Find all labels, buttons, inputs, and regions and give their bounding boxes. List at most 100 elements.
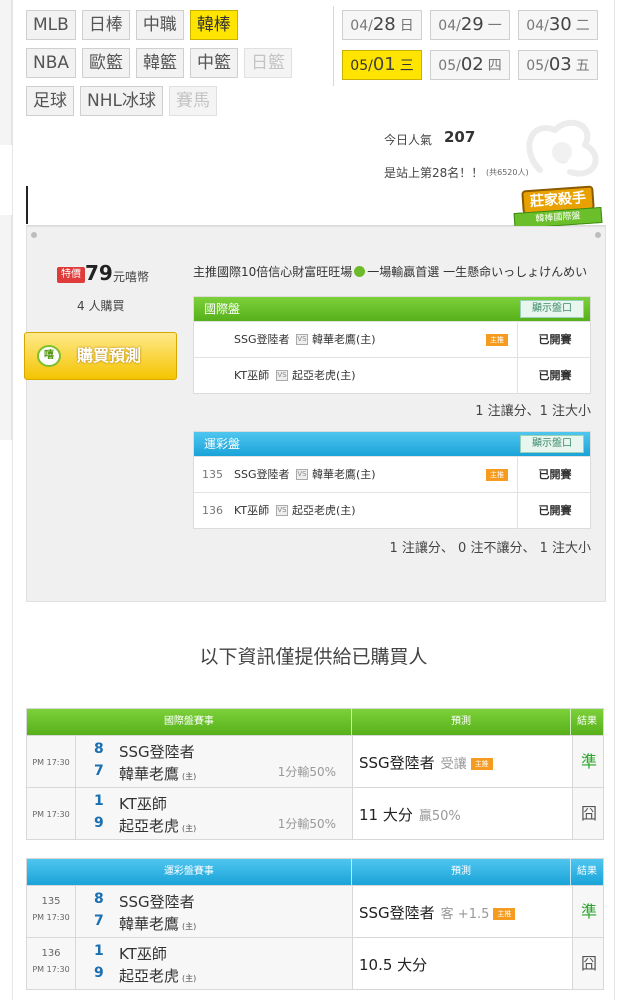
date-row: 05/01 三 05/02 四 05/03 五: [342, 50, 598, 80]
popularity-value: 207: [444, 128, 476, 146]
result-row: PM 17:30 8 SSG登陸者 7 韓華老鷹 (主) 1分輸50% SSG登陸者 受讓 主推 準: [27, 735, 603, 787]
show-odds-button[interactable]: 顯示盤口: [520, 435, 584, 453]
team-name: KT巫師: [119, 945, 167, 963]
prediction-panel: 特價 79 元嘻幣 4 人購買 嘻 購買預測 主推國際10倍信心財富旺旺場 一場輸…: [24, 226, 606, 602]
result-row: 136 PM 17:30 1 KT巫師 9 起亞老虎 (主) 10.5 大分 囧: [27, 937, 603, 989]
selector-divider: [333, 6, 334, 86]
team-name-text: 起亞老虎: [119, 967, 180, 985]
odds-result: 1分輸50%: [277, 765, 336, 779]
vs-icon: VS: [296, 469, 308, 480]
header-match: 運彩盤賽事: [27, 859, 352, 885]
team-name: 韓華老鷹 (主): [119, 763, 196, 784]
intl-results-header: 國際盤賽事 預測 結果: [27, 709, 603, 735]
date-button[interactable]: 05/03 五: [518, 50, 598, 80]
buyer-only-notice: 以下資訊僅提供給已購買人: [199, 646, 428, 668]
home-team: 起亞老虎(主): [292, 369, 356, 382]
lottery-summary: 1 注讓分、 0 注不讓分、 1 注大小: [389, 541, 591, 556]
game-time: PM 17:30: [32, 810, 70, 819]
league-button[interactable]: 日棒: [81, 10, 130, 40]
game-status: 已開賽: [517, 358, 592, 394]
date-button[interactable]: 04/29 一: [430, 10, 510, 40]
lottery-results-rows: 135 PM 17:30 8 SSG登陸者 7 韓華老鷹 (主) SSG登陸者客 +1.5 主推…: [27, 885, 603, 989]
featured-tag: 主推: [493, 908, 516, 920]
league-button: 日籃: [244, 48, 293, 78]
headline-text: 一場輸贏首選 一生懸命いっしょけんめい: [367, 265, 588, 279]
score: 9: [94, 815, 104, 831]
league-button[interactable]: MLB: [26, 10, 76, 40]
prediction-pick: 10.5 大分: [359, 956, 428, 974]
date-weekday: 三: [399, 58, 414, 74]
prediction-detail: 客 +1.5: [440, 907, 490, 922]
league-button[interactable]: 韓籃: [136, 48, 185, 78]
left-edge-strip: [0, 0, 12, 145]
prediction-detail: 贏50%: [418, 809, 461, 824]
show-odds-button[interactable]: 顯示盤口: [520, 300, 584, 318]
game-number: 135: [41, 896, 61, 907]
intl-games-rows: SSG登陸者 VS 韓華老鷹(主) 主推 已開賽 KT巫師 VS 起亞老虎(主) 已開賽: [194, 321, 592, 394]
price-unit: 元嘻幣: [113, 270, 150, 284]
league-row: MLB 日棒 中職 韓棒: [26, 10, 326, 40]
team-name: SSG登陸者: [119, 743, 195, 761]
odds-result: 1分輸50%: [277, 817, 336, 831]
league-row: 足球 NHL冰球 賽馬: [26, 86, 326, 116]
date-month: 04/: [526, 18, 549, 34]
popularity-label: 今日人氣: [384, 133, 433, 147]
result-row: PM 17:30 1 KT巫師 9 起亞老虎 (主) 1分輸50% 11 大分 贏50% 囧: [27, 787, 603, 839]
date-selector: 04/28 日 04/29 一 04/30 二 05/01 三 05/02 四 05/03 五: [342, 10, 598, 90]
time-cell: 135 PM 17:30: [27, 886, 76, 937]
game-status: 已開賽: [517, 457, 592, 493]
date-button[interactable]: 05/01 三: [342, 50, 422, 80]
date-day: 30: [548, 14, 572, 35]
prediction-cell: SSG登陸者客 +1.5 主推: [353, 886, 573, 937]
pin-icon: [31, 232, 37, 238]
game-number: 136: [41, 948, 61, 959]
team-name-text: 韓華老鷹: [119, 915, 180, 933]
featured-tag: 主推: [486, 334, 508, 346]
result-cell: 準: [580, 752, 597, 771]
date-weekday: 四: [487, 58, 502, 74]
league-button[interactable]: 韓棒: [189, 10, 238, 40]
prediction: 11 大分 贏50%: [359, 804, 461, 825]
date-button[interactable]: 04/30 二: [518, 10, 598, 40]
date-month: 05/: [438, 58, 461, 74]
league-button[interactable]: 足球: [26, 86, 74, 116]
team-name: 起亞老虎 (主): [119, 815, 196, 836]
league-button[interactable]: NBA: [26, 48, 77, 78]
content-border-left: [12, 0, 13, 1000]
date-month: 04/: [438, 18, 461, 34]
lottery-results-header: 運彩盤賽事 預測 結果: [27, 859, 603, 885]
buy-prediction-button[interactable]: 嘻 購買預測: [24, 332, 177, 380]
lottery-games-header: 運彩盤 顯示盤口: [194, 432, 590, 456]
rank-total: (共6520人): [486, 168, 529, 177]
sale-tag: 特價: [57, 267, 85, 283]
score: 1: [94, 793, 104, 809]
league-button[interactable]: 中職: [135, 10, 184, 40]
league-button[interactable]: NHL冰球: [80, 86, 163, 116]
buyer-count: 4 人購買: [77, 299, 125, 313]
date-button[interactable]: 04/28 日: [342, 10, 422, 40]
date-month: 04/: [350, 18, 373, 34]
home-team: 韓華老鷹(主): [312, 468, 376, 481]
game-row: KT巫師 VS 起亞老虎(主) 已開賽: [194, 357, 592, 394]
intl-summary: 1 注讓分、1 注大小: [475, 404, 591, 419]
league-button[interactable]: 歐籃: [82, 48, 131, 78]
prediction-pick: SSG登陸者: [359, 754, 435, 772]
date-day: 29: [460, 14, 484, 35]
header-result: 結果: [577, 716, 598, 727]
team-name-text: 韓華老鷹: [119, 765, 180, 783]
featured-tag: 主推: [470, 758, 493, 770]
match-cell: 8 SSG登陸者 7 韓華老鷹 (主): [76, 886, 353, 937]
date-day: 01: [372, 54, 396, 75]
content-border-right: [614, 0, 615, 1000]
league-button[interactable]: 中籃: [190, 48, 239, 78]
prediction-cell: 10.5 大分: [353, 938, 573, 989]
date-day: 02: [460, 54, 484, 75]
lottery-results-table: 運彩盤賽事 預測 結果 135 PM 17:30 8 SSG登陸者 7 韓華老鷹 (主) SS…: [26, 858, 604, 990]
team-name: 韓華老鷹 (主): [119, 913, 196, 934]
game-status: 已開賽: [517, 322, 592, 358]
home-team: 韓華老鷹(主): [312, 333, 376, 346]
date-button[interactable]: 05/02 四: [430, 50, 510, 80]
home-mark: (主): [182, 824, 197, 833]
prediction: SSG登陸者 受讓 主推: [359, 752, 493, 773]
game-row: 136 KT巫師 VS 起亞老虎(主) 已開賽: [194, 492, 590, 529]
